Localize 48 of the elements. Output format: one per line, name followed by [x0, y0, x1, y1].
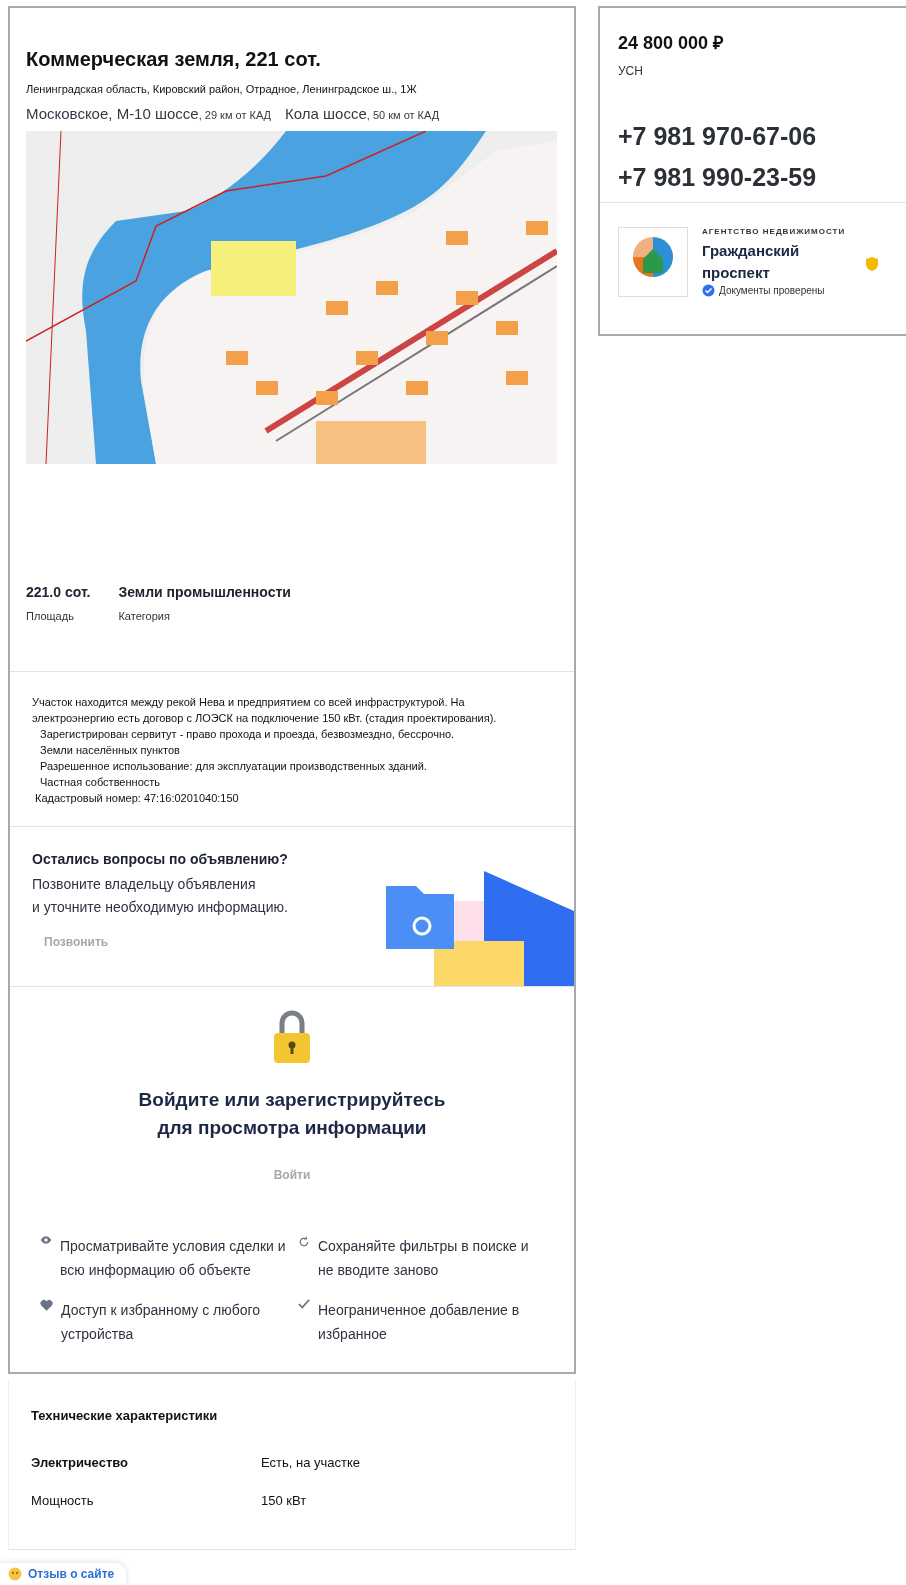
questions-text: и уточните необходимую информацию. — [32, 898, 289, 917]
verified-text: Документы проверены — [719, 285, 825, 296]
listing-title: Коммерческая земля, 221 сот. — [26, 48, 322, 71]
smiley-icon — [8, 1567, 22, 1581]
login-title: для просмотра информации — [156, 1116, 428, 1140]
padlock-icon — [272, 1009, 312, 1064]
tax-label: УСН — [617, 63, 644, 78]
stat-value: 221.0 сот. — [26, 584, 91, 600]
spec-name: Электричество — [31, 1454, 129, 1470]
questions-text: Позвоните владельцу объявления — [32, 875, 257, 894]
address: Ленинградская область, Кировский район, Отрадное, Ленинградское ш., 1Ж — [26, 83, 418, 95]
verified-icon — [702, 284, 715, 297]
description-text: Зарегистрирован сервитут - право прохода и проезда, безвозмездно, бессрочно. — [39, 727, 456, 742]
agency-logo — [618, 227, 688, 297]
description-text: Кадастровый номер: 47:16:0201040:150 — [34, 791, 240, 806]
login-title: Войдите или зарегистрируйтесь — [138, 1088, 446, 1112]
shield-icon — [866, 257, 878, 271]
phone-number: +7 981 990-23-59 — [618, 162, 818, 193]
stat-label: Площадь — [26, 610, 75, 622]
questions-title: Остались вопросы по объявлению? — [32, 851, 289, 867]
highway-distance: , 29 км от КАД — [198, 109, 272, 121]
login-button[interactable]: Войти — [261, 1160, 323, 1190]
spec-value: 150 кВт — [261, 1492, 308, 1508]
eye-icon — [40, 1234, 52, 1246]
feature-text: Просматривайте условия сделки и всю информацию об объекте — [60, 1237, 286, 1280]
check-icon — [298, 1298, 310, 1310]
highway-name: Московское, М-10 шоссе — [26, 105, 199, 122]
feedback-button[interactable]: Отзыв о сайте — [0, 1563, 127, 1585]
feature-text: Неограниченное добавление в избранное — [318, 1301, 521, 1344]
section-title: Технические характеристики — [31, 1408, 219, 1423]
heart-icon — [40, 1298, 54, 1312]
spec-name: Мощность — [31, 1492, 95, 1508]
spec-value: Есть, на участке — [261, 1454, 362, 1470]
feature-text: Сохраняйте фильтры в поиске и не вводите заново — [318, 1237, 530, 1280]
price: 24 800 000 ₽ — [617, 32, 725, 54]
feature-text: Доступ к избранному с любого устройства — [61, 1301, 262, 1344]
agency-name: Гражданский проспект — [702, 241, 801, 283]
phone-number: +7 981 970-67-06 — [618, 121, 818, 152]
description-text: Участок находится между рекой Нева и предприятием со всей инфраструктурой. На электроэнергию есть договор с ЛОЭСК на подключение 150 кВт. (стадия проектирования). — [32, 695, 498, 726]
call-button[interactable]: Позвонить — [32, 927, 121, 957]
stat-value: Земли промышленности — [118, 584, 291, 600]
highway-name: Кола шоссе — [285, 105, 367, 122]
highway-distance: , 50 км от КАД — [366, 109, 440, 121]
description-text: Разрешенное использование: для эксплуатации производственных зданий. — [39, 759, 428, 774]
agency-type: АГЕНТСТВО НЕДВИЖИМОСТИ — [702, 227, 847, 236]
stat-label: Категория — [118, 610, 171, 622]
description-text: Частная собственность — [39, 775, 162, 790]
description-text: Земли населённых пунктов — [39, 743, 181, 758]
